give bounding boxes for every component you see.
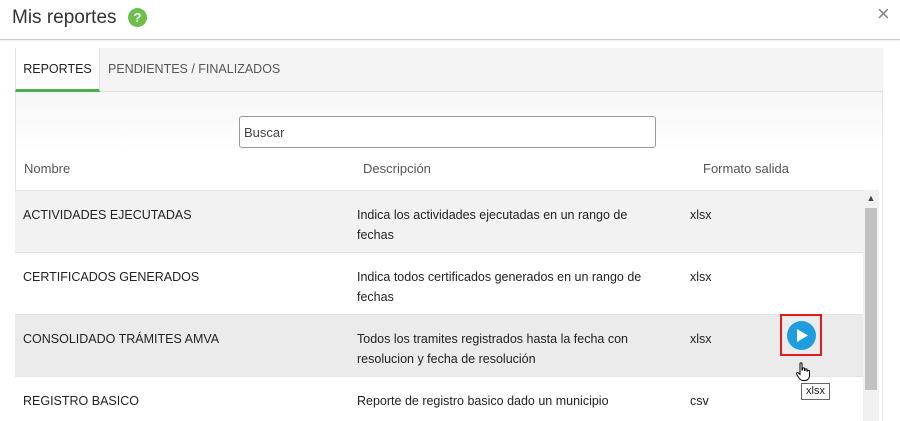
- dialog-title: Mis reportes: [12, 7, 117, 28]
- scrollbar-thumb[interactable]: [865, 208, 877, 390]
- reports-table: ACTIVIDADES EJECUTADAS Indica los activi…: [15, 190, 863, 421]
- tabs-bar: REPORTES PENDIENTES / FINALIZADOS: [15, 48, 883, 92]
- scroll-up-arrow-icon[interactable]: ▲: [863, 190, 879, 207]
- report-name: ACTIVIDADES EJECUTADAS: [23, 208, 192, 222]
- scrollbar[interactable]: ▲: [863, 190, 879, 421]
- table-row[interactable]: REGISTRO BASICO Reporte de registro basi…: [15, 377, 863, 421]
- report-name: CERTIFICADOS GENERADOS: [23, 270, 200, 284]
- hand-pointer-icon: [795, 362, 810, 381]
- report-description: Todos los tramites registrados hasta la …: [357, 332, 628, 366]
- close-icon[interactable]: ×: [877, 3, 890, 25]
- report-name: REGISTRO BASICO: [23, 394, 139, 408]
- search-input[interactable]: [239, 116, 656, 148]
- table-row[interactable]: CERTIFICADOS GENERADOS Indica todos cert…: [15, 253, 863, 315]
- report-description: Indica los actividades ejecutadas en un …: [357, 208, 628, 242]
- tab-pendientes-finalizados[interactable]: PENDIENTES / FINALIZADOS: [108, 48, 280, 92]
- report-format: csv: [690, 394, 709, 408]
- dialog-header: Mis reportes ? ×: [0, 0, 900, 40]
- format-tooltip: xlsx: [801, 383, 830, 400]
- column-header-descripcion: Descripción: [363, 161, 431, 176]
- report-format: xlsx: [690, 270, 712, 284]
- column-header-nombre: Nombre: [24, 161, 71, 176]
- column-header-formato-salida: Formato salida: [703, 161, 789, 176]
- report-format: xlsx: [690, 332, 712, 346]
- tab-reportes[interactable]: REPORTES: [15, 48, 100, 92]
- question-circle-icon[interactable]: ?: [128, 8, 147, 27]
- report-format: xlsx: [690, 208, 712, 222]
- run-report-button[interactable]: [787, 321, 816, 350]
- table-row[interactable]: CONSOLIDADO TRÁMITES AMVA Todos los tram…: [15, 315, 863, 377]
- report-description: Reporte de registro basico dado un munic…: [357, 394, 609, 408]
- report-description: Indica todos certificados generados en u…: [357, 270, 642, 304]
- report-name: CONSOLIDADO TRÁMITES AMVA: [23, 332, 220, 346]
- table-row[interactable]: ACTIVIDADES EJECUTADAS Indica los activi…: [15, 191, 863, 253]
- play-icon: [797, 329, 808, 342]
